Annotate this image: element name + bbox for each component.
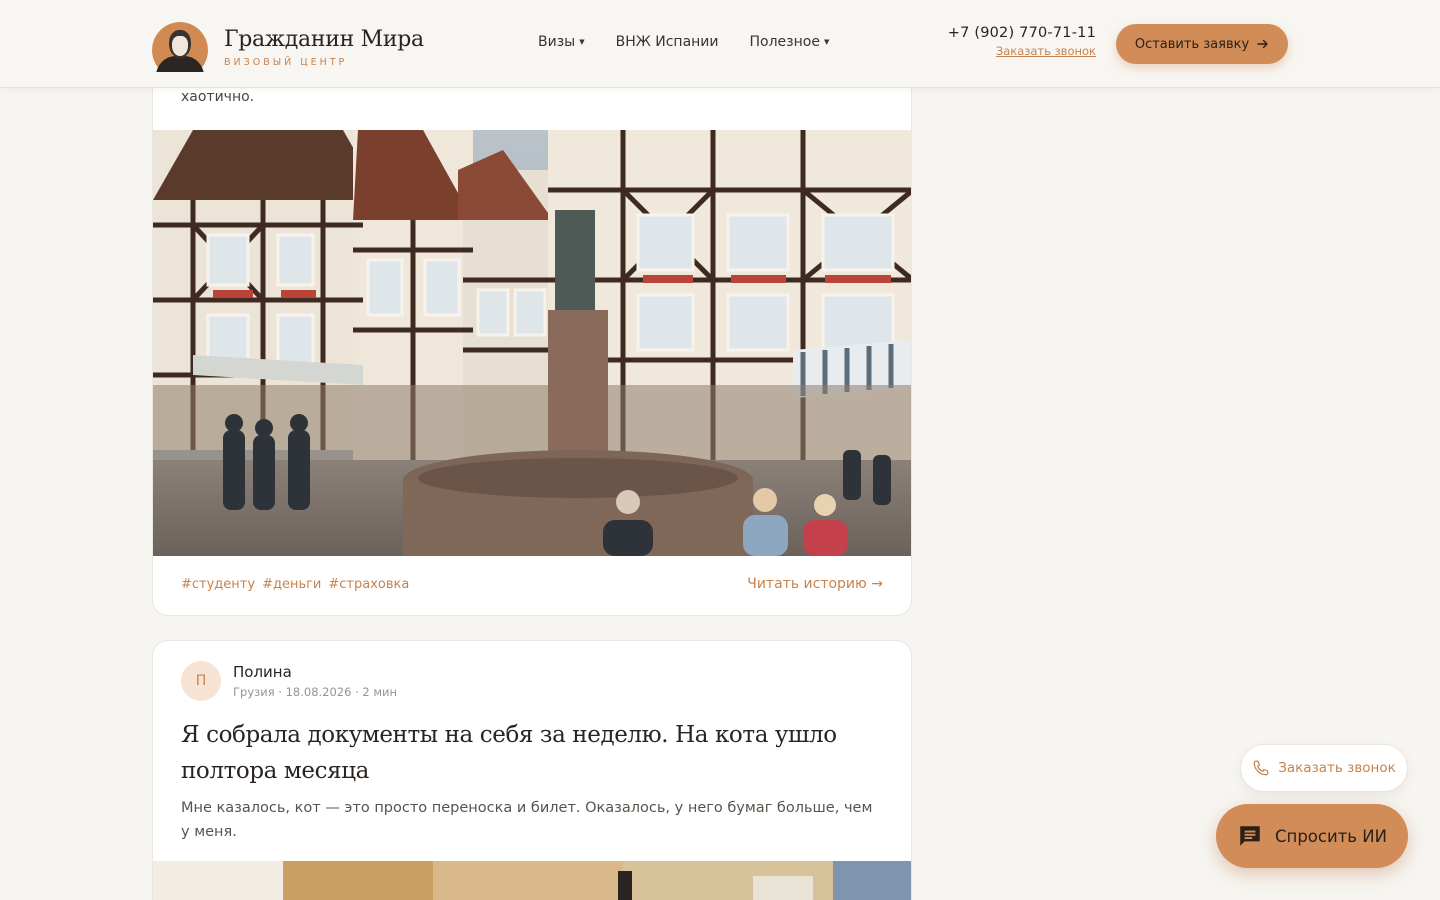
nav-item-label: Полезное [749,34,820,50]
contact-block: +7 (902) 770-71-11 Заказать звонок [948,25,1096,58]
submit-request-label: Оставить заявку [1134,36,1250,52]
nav-item-label: Визы [538,34,576,50]
ask-ai-label: Спросить ИИ [1275,826,1387,846]
nav-item-label: ВНЖ Испании [615,34,719,50]
story-card: П Полина Грузия · 18.08.2026 · 2 мин Я с… [152,640,912,900]
caret-down-icon: ▼ [579,38,585,46]
story-photo[interactable] [153,861,912,900]
chat-icon [1240,826,1260,846]
brand-logo[interactable]: Гражданин Мира ВИЗОВЫЙ ЦЕНТР [152,22,424,72]
phone-number[interactable]: +7 (902) 770-71-11 [948,25,1096,41]
nav-item-useful[interactable]: Полезное ▼ [750,34,830,50]
read-story-link[interactable]: Читать историю → [747,576,883,592]
tag-link[interactable]: #страховка [328,577,409,592]
floating-callback-button[interactable]: Заказать звонок [1240,744,1408,792]
nav-item-spain-residence[interactable]: ВНЖ Испании [616,34,719,50]
arrow-right-icon: → [871,576,883,592]
read-story-label: Читать историю [747,576,867,592]
tag-link[interactable]: #студенту [181,577,255,592]
story-meta: Грузия · 18.08.2026 · 2 мин [233,685,398,699]
author-row: П Полина Грузия · 18.08.2026 · 2 мин [181,661,397,701]
caret-down-icon: ▼ [823,38,830,46]
submit-request-button[interactable]: Оставить заявку [1116,24,1288,64]
story-tags: #студенту #деньги #страховка [181,577,409,592]
nav-item-visas[interactable]: Визы ▼ [538,34,585,50]
story-photo[interactable] [153,130,912,556]
ask-ai-button[interactable]: Спросить ИИ [1216,804,1408,868]
story-excerpt: хаотично. [181,89,255,105]
story-title[interactable]: Я собрала документы на себя за неделю. Н… [181,717,881,789]
phone-icon [1253,760,1269,776]
brand-subtitle: ВИЗОВЫЙ ЦЕНТР [224,56,348,68]
main-nav: Визы ▼ ВНЖ Испании Полезное ▼ [538,34,829,50]
avatar: П [181,661,221,701]
brand-title: Гражданин Мира [224,26,424,52]
logo-icon [152,22,208,72]
story-excerpt: Мне казалось, кот — это просто переноска… [181,800,873,840]
floating-callback-label: Заказать звонок [1278,760,1396,776]
site-header: Гражданин Мира ВИЗОВЫЙ ЦЕНТР Визы ▼ ВНЖ … [0,0,1440,88]
callback-link[interactable]: Заказать звонок [948,44,1096,58]
arrow-right-icon [1257,39,1268,49]
tag-link[interactable]: #деньги [262,577,321,592]
author-name: Полина [233,663,292,681]
story-card: хаотично. #студенту #деньги #страховка Ч… [152,40,912,616]
